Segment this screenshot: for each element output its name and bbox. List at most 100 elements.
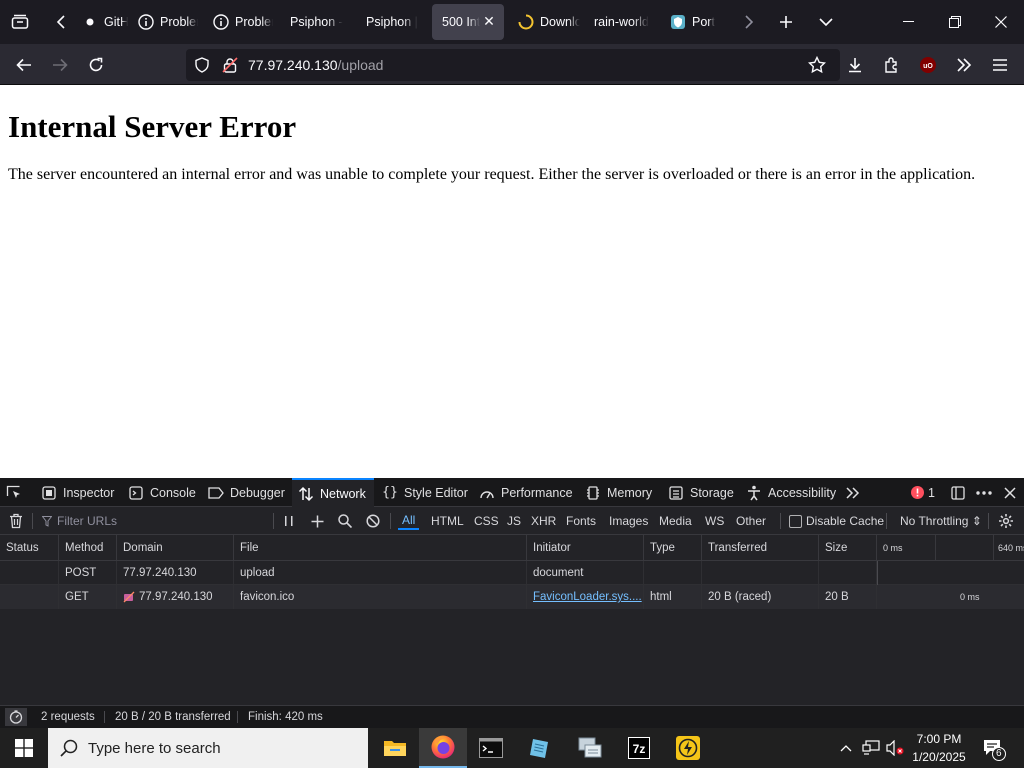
power-app-icon[interactable] bbox=[664, 728, 712, 768]
filter-html[interactable]: HTML bbox=[431, 512, 464, 530]
column-status[interactable]: Status bbox=[0, 535, 59, 561]
tab-port[interactable]: Port bbox=[660, 4, 722, 40]
url-text[interactable]: 77.97.240.130/upload bbox=[248, 57, 383, 73]
filter-media[interactable]: Media bbox=[659, 512, 692, 530]
start-button[interactable] bbox=[0, 728, 48, 768]
terminal-icon[interactable] bbox=[467, 728, 515, 768]
filter-images[interactable]: Images bbox=[609, 512, 648, 530]
devtools-menu-icon[interactable] bbox=[976, 478, 994, 507]
column-domain[interactable]: Domain bbox=[117, 535, 234, 561]
bookmark-star-icon[interactable] bbox=[808, 56, 826, 74]
filter-urls-input[interactable]: Filter URLs bbox=[42, 507, 270, 535]
filter-xhr[interactable]: XHR bbox=[531, 512, 556, 530]
devtools-tab-label: Debugger bbox=[230, 485, 285, 500]
devtools-overflow-icon[interactable] bbox=[846, 478, 862, 507]
add-request-icon[interactable] bbox=[311, 507, 324, 535]
tab-overview-icon[interactable] bbox=[6, 10, 34, 34]
devtools-tab-network[interactable]: Network bbox=[292, 478, 374, 507]
tab-downloads[interactable]: Downloads bbox=[508, 4, 580, 40]
search-icon[interactable] bbox=[338, 507, 352, 535]
back-button[interactable] bbox=[10, 52, 38, 78]
filter-other[interactable]: Other bbox=[736, 512, 766, 530]
new-tab-icon[interactable] bbox=[774, 10, 798, 34]
network-status-icon[interactable] bbox=[860, 728, 882, 768]
close-tab-icon[interactable]: ✕ bbox=[482, 13, 496, 29]
column-transferred[interactable]: Transferred bbox=[702, 535, 819, 561]
filter-ws[interactable]: WS bbox=[705, 512, 724, 530]
devtools-tab-debugger[interactable]: Debugger bbox=[208, 478, 285, 507]
url-bar[interactable]: 77.97.240.130/upload bbox=[186, 49, 840, 81]
tab-psiphon-2[interactable]: Psiphon | bbox=[356, 4, 426, 40]
minimize-button[interactable] bbox=[886, 0, 932, 44]
page-title: Internal Server Error bbox=[8, 109, 297, 144]
shield-icon[interactable] bbox=[194, 57, 210, 73]
throttling-select[interactable]: No Throttling ⇕ bbox=[900, 507, 982, 535]
devtools-tab-label: Style Editor bbox=[404, 485, 468, 500]
dock-side-icon[interactable] bbox=[951, 478, 967, 507]
tab-label: Downloads bbox=[540, 15, 580, 29]
notepad-icon[interactable] bbox=[516, 728, 564, 768]
table-row[interactable]: GET 77.97.240.130 favicon.ico FaviconLoa… bbox=[0, 585, 1024, 609]
tab-scroll-right-icon[interactable] bbox=[740, 10, 758, 34]
7zip-icon[interactable]: 7z bbox=[615, 728, 663, 768]
more-tools-icon[interactable] bbox=[950, 52, 978, 78]
tab-500-internal[interactable]: 500 Internal ✕ bbox=[432, 4, 504, 40]
clear-requests-icon[interactable] bbox=[9, 507, 23, 535]
column-method[interactable]: Method bbox=[59, 535, 117, 561]
initiator-link[interactable]: FaviconLoader.sys.... bbox=[527, 585, 644, 609]
reload-button[interactable] bbox=[82, 52, 110, 78]
devtools-tab-memory[interactable]: Memory bbox=[585, 478, 652, 507]
devtools-tab-style-editor[interactable]: {} Style Editor bbox=[382, 478, 468, 507]
show-hidden-icons-icon[interactable] bbox=[836, 728, 856, 768]
tab-label: 500 Internal bbox=[442, 15, 480, 29]
file-explorer-icon[interactable] bbox=[371, 728, 419, 768]
network-app-icon[interactable] bbox=[566, 728, 614, 768]
notification-center-icon[interactable]: 6 bbox=[978, 728, 1008, 768]
devtools-tab-accessibility[interactable]: Accessibility bbox=[746, 478, 836, 507]
table-row[interactable]: POST 77.97.240.130 upload document bbox=[0, 561, 1024, 585]
insecure-lock-icon[interactable] bbox=[222, 57, 238, 73]
filter-js[interactable]: JS bbox=[507, 512, 521, 530]
volume-muted-icon[interactable] bbox=[884, 728, 906, 768]
tab-problem-1[interactable]: Problem bbox=[128, 4, 198, 40]
cell-domain: 77.97.240.130 bbox=[139, 591, 213, 603]
disable-cache-checkbox[interactable]: Disable Cache bbox=[789, 507, 884, 535]
ublock-origin-icon[interactable]: uO bbox=[914, 52, 942, 78]
devtools-tab-console[interactable]: Console bbox=[128, 478, 196, 507]
debugger-icon bbox=[208, 485, 224, 501]
toolbar-separator bbox=[273, 513, 274, 529]
pause-recording-icon[interactable] bbox=[284, 507, 294, 535]
tab-github[interactable]: GitHub bbox=[72, 4, 128, 40]
forward-button[interactable] bbox=[46, 52, 74, 78]
element-picker-icon[interactable] bbox=[6, 478, 28, 507]
filter-css[interactable]: CSS bbox=[474, 512, 499, 530]
devtools-tab-performance[interactable]: Performance bbox=[479, 478, 573, 507]
downloads-button[interactable] bbox=[841, 52, 869, 78]
tab-label: Port bbox=[692, 15, 715, 29]
filter-all[interactable]: All bbox=[398, 512, 420, 530]
firefox-icon[interactable] bbox=[419, 728, 467, 768]
filter-fonts[interactable]: Fonts bbox=[566, 512, 596, 530]
performance-analysis-icon[interactable] bbox=[5, 708, 27, 726]
devtools-tab-inspector[interactable]: Inspector bbox=[41, 478, 114, 507]
close-window-button[interactable] bbox=[978, 0, 1024, 44]
column-size[interactable]: Size bbox=[819, 535, 877, 561]
tab-rain-world[interactable]: rain-world bbox=[584, 4, 656, 40]
column-file[interactable]: File bbox=[234, 535, 527, 561]
column-type[interactable]: Type bbox=[644, 535, 702, 561]
restore-button[interactable] bbox=[932, 0, 978, 44]
devtools-tab-storage[interactable]: Storage bbox=[668, 478, 734, 507]
taskbar-search-input[interactable]: Type here to search bbox=[48, 728, 368, 768]
system-clock[interactable]: 7:00 PM 1/20/2025 bbox=[906, 730, 972, 766]
column-initiator[interactable]: Initiator bbox=[527, 535, 644, 561]
network-settings-gear-icon[interactable] bbox=[998, 507, 1014, 535]
tab-psiphon-1[interactable]: Psiphon - bbox=[280, 4, 350, 40]
tab-problem-2[interactable]: Problem bbox=[203, 4, 273, 40]
list-all-tabs-icon[interactable] bbox=[814, 10, 838, 34]
error-count-badge[interactable]: 1 bbox=[909, 478, 935, 507]
tab-scroll-left-icon[interactable] bbox=[52, 10, 70, 34]
block-urls-icon[interactable] bbox=[366, 507, 380, 535]
app-menu-button[interactable] bbox=[986, 52, 1014, 78]
close-devtools-icon[interactable] bbox=[1004, 478, 1018, 507]
extensions-button[interactable] bbox=[878, 52, 906, 78]
